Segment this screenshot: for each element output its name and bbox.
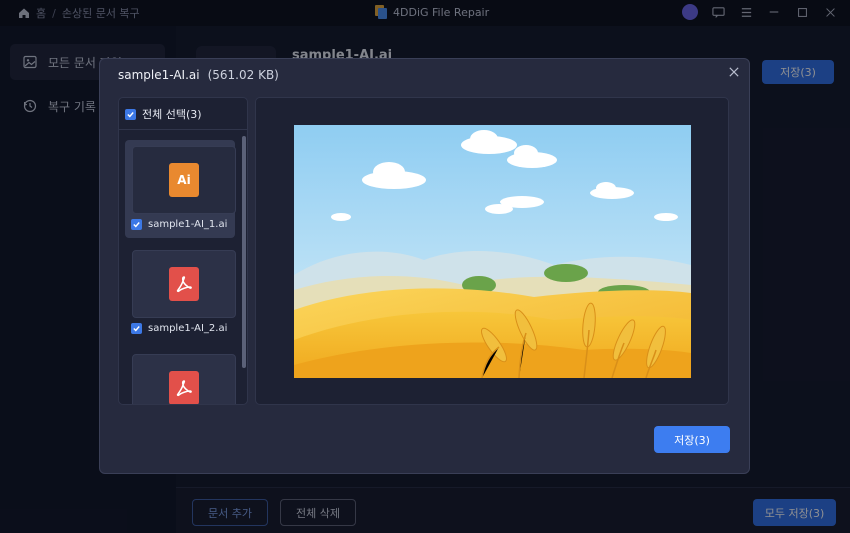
list-item[interactable] [125,348,236,404]
list-item[interactable]: sample1-AI_2.ai [125,244,236,342]
file-checkbox[interactable] [131,323,142,334]
divider [119,129,247,130]
preview-panel [255,97,729,405]
file-thumbnail [132,354,236,404]
file-name: sample1-AI_1.ai [148,219,228,230]
list-item[interactable]: Ai sample1-AI_1.ai [125,140,236,238]
save-button[interactable]: 저장(3) [654,426,730,453]
close-icon[interactable] [725,63,743,81]
pdf-file-icon [169,267,199,301]
select-all-label: 전체 선택(3) [142,108,202,121]
dialog-file-size: (561.02 KB) [207,68,279,82]
file-label: sample1-AI_1.ai [131,219,227,230]
preview-image [294,125,691,378]
checkbox-checked-icon[interactable] [125,108,136,120]
file-checkbox[interactable] [131,219,142,230]
dialog-title: sample1-AI.ai (561.02 KB) [118,68,279,82]
pdf-file-icon [169,371,199,404]
list-scrollbar[interactable] [242,136,246,368]
preview-dialog: sample1-AI.ai (561.02 KB) 전체 선택(3) Ai sa… [99,58,750,474]
dialog-file-name: sample1-AI.ai [118,68,200,82]
file-list-panel: 전체 선택(3) Ai sample1-AI_1.ai sample1-AI_2… [118,97,248,405]
select-all-checkbox[interactable]: 전체 선택(3) [125,106,202,122]
file-name: sample1-AI_2.ai [148,323,228,334]
ai-file-icon: Ai [169,163,199,197]
file-thumbnail: Ai [132,146,236,214]
file-thumbnail [132,250,236,318]
file-label: sample1-AI_2.ai [131,323,227,334]
